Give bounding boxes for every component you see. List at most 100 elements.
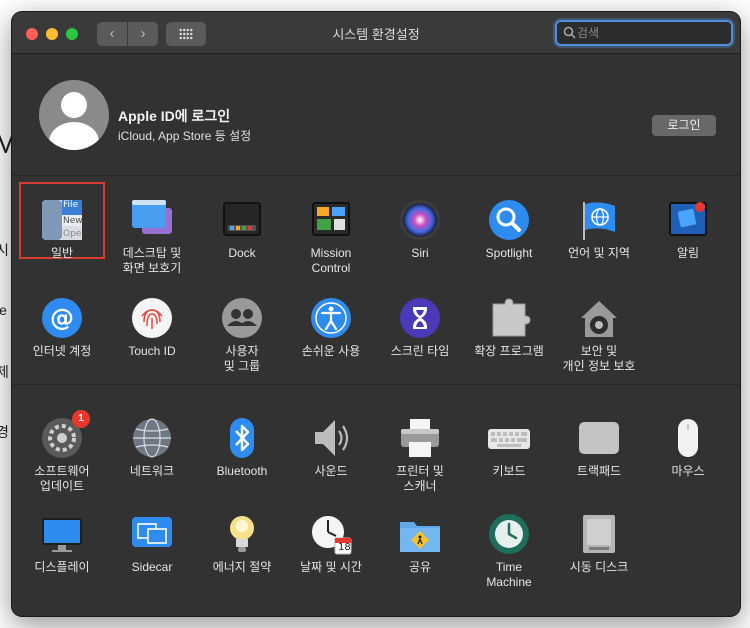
pref-label: 일반 bbox=[50, 246, 74, 260]
pref-desktop[interactable]: 데스크탑 및 화면 보호기 bbox=[107, 198, 197, 276]
pref-extensions[interactable]: 확장 프로그램 bbox=[464, 296, 554, 359]
pref-label: 프린터 및 스캐너 bbox=[396, 464, 444, 493]
pref-touch-id[interactable]: Touch ID bbox=[107, 296, 197, 359]
language-region-icon bbox=[577, 198, 621, 242]
system-preferences-window: ‹ › 시스템 환경설정 Apple ID에 로그인 iCloud, App S… bbox=[12, 12, 740, 616]
pref-label: 보안 및 개인 정보 보호 bbox=[562, 344, 636, 373]
pref-label: 키보드 bbox=[492, 464, 526, 478]
bluetooth-icon bbox=[220, 416, 264, 460]
general-icon-text: File bbox=[63, 200, 79, 210]
displays-icon bbox=[40, 512, 84, 556]
dock-icon bbox=[220, 198, 264, 242]
network-icon bbox=[130, 416, 174, 460]
pref-startup-disk[interactable]: 시동 디스크 bbox=[554, 512, 644, 575]
pref-label: 에너지 절약 bbox=[212, 560, 272, 574]
pref-label: 공유 bbox=[408, 560, 432, 574]
pref-trackpad[interactable]: 트랙패드 bbox=[554, 416, 644, 479]
avatar[interactable] bbox=[39, 80, 109, 150]
software-update-icon: 1 bbox=[40, 410, 90, 460]
internet-accounts-icon: @ bbox=[40, 296, 84, 340]
pref-label: 트랙패드 bbox=[576, 464, 622, 478]
pref-sound[interactable]: 사운드 bbox=[286, 416, 376, 479]
pref-label: 사용자 및 그룹 bbox=[223, 344, 261, 373]
pref-security-privacy[interactable]: 보안 및 개인 정보 보호 bbox=[554, 296, 644, 374]
pref-date-time[interactable]: 18 날짜 및 시간 bbox=[286, 512, 376, 575]
sharing-icon bbox=[398, 512, 442, 556]
background-window-edge: M 시 le 제 경 bbox=[0, 0, 12, 628]
time-machine-icon bbox=[487, 512, 531, 556]
pref-printers-scanners[interactable]: 프린터 및 스캐너 bbox=[375, 416, 465, 494]
mission-control-icon bbox=[309, 198, 353, 242]
trackpad-icon bbox=[577, 416, 621, 460]
pref-label: Bluetooth bbox=[216, 464, 268, 478]
pref-label: Touch ID bbox=[128, 344, 176, 358]
pref-label: 언어 및 지역 bbox=[568, 246, 630, 260]
background-char: 시 bbox=[0, 242, 9, 258]
pref-general[interactable]: File New Ope 일반 bbox=[17, 198, 107, 261]
general-icon-text: Ope bbox=[63, 229, 82, 239]
pref-sidecar[interactable]: Sidecar bbox=[107, 512, 197, 575]
pref-accessibility[interactable]: 손쉬운 사용 bbox=[286, 296, 376, 359]
pref-mission-control[interactable]: Mission Control bbox=[286, 198, 376, 276]
preferences-section-2: 1 소프트웨어 업데이트 네트워크 Bluetooth 사운드 프린터 및 스캐… bbox=[12, 386, 740, 616]
pref-label: Siri bbox=[411, 246, 429, 260]
svg-text:@: @ bbox=[50, 304, 74, 332]
background-char: M bbox=[0, 128, 12, 159]
energy-saver-icon bbox=[220, 512, 264, 556]
printers-scanners-icon bbox=[398, 416, 442, 460]
pref-label: 데스크탑 및 화면 보호기 bbox=[122, 246, 182, 275]
siri-icon bbox=[398, 198, 442, 242]
search-input[interactable] bbox=[577, 24, 727, 42]
pref-label: Spotlight bbox=[485, 246, 533, 260]
background-char: 경 bbox=[0, 424, 9, 440]
background-char: le bbox=[0, 302, 7, 318]
startup-disk-icon bbox=[577, 512, 621, 556]
mouse-icon bbox=[666, 416, 710, 460]
pref-bluetooth[interactable]: Bluetooth bbox=[197, 416, 287, 479]
pref-time-machine[interactable]: Time Machine bbox=[464, 512, 554, 590]
notifications-icon bbox=[666, 198, 710, 242]
accessibility-icon bbox=[309, 296, 353, 340]
general-icon: File New Ope bbox=[40, 198, 84, 242]
background-char: 제 bbox=[0, 364, 9, 380]
pref-label: 알림 bbox=[676, 246, 700, 260]
calendar-day: 18 bbox=[338, 542, 351, 553]
pref-label: 스크린 타임 bbox=[390, 344, 450, 358]
pref-notifications[interactable]: 알림 bbox=[643, 198, 733, 261]
pref-siri[interactable]: Siri bbox=[375, 198, 465, 261]
titlebar: ‹ › 시스템 환경설정 bbox=[12, 12, 740, 54]
general-icon-text: New bbox=[63, 216, 83, 226]
pref-mouse[interactable]: 마우스 bbox=[643, 416, 733, 479]
search-field[interactable] bbox=[555, 20, 733, 46]
pref-dock[interactable]: Dock bbox=[197, 198, 287, 261]
pref-users-groups[interactable]: 사용자 및 그룹 bbox=[197, 296, 287, 374]
pref-label: 사운드 bbox=[314, 464, 348, 478]
screen-time-icon bbox=[398, 296, 442, 340]
pref-spotlight[interactable]: Spotlight bbox=[464, 198, 554, 261]
apple-id-subtitle: iCloud, App Store 등 설정 bbox=[118, 129, 252, 143]
pref-label: 네트워크 bbox=[129, 464, 175, 478]
pref-label: Sidecar bbox=[131, 560, 173, 574]
pref-energy-saver[interactable]: 에너지 절약 bbox=[197, 512, 287, 575]
pref-internet-accounts[interactable]: @ 인터넷 계정 bbox=[17, 296, 107, 359]
preferences-section-1: File New Ope 일반 데스크탑 및 화면 보호기 Dock Missi… bbox=[12, 176, 740, 385]
apple-id-title: Apple ID에 로그인 bbox=[118, 108, 231, 124]
pref-sharing[interactable]: 공유 bbox=[375, 512, 465, 575]
search-icon bbox=[563, 26, 576, 39]
security-privacy-icon bbox=[577, 296, 621, 340]
pref-label: 확장 프로그램 bbox=[474, 344, 544, 358]
date-time-icon: 18 bbox=[309, 512, 353, 556]
pref-language-region[interactable]: 언어 및 지역 bbox=[554, 198, 644, 261]
login-button[interactable]: 로그인 bbox=[652, 115, 716, 136]
pref-label: 시동 디스크 bbox=[569, 560, 629, 574]
pref-screen-time[interactable]: 스크린 타임 bbox=[375, 296, 465, 359]
keyboard-icon bbox=[487, 416, 531, 460]
pref-label: 소프트웨어 업데이트 bbox=[34, 464, 90, 493]
pref-software-update[interactable]: 1 소프트웨어 업데이트 bbox=[17, 410, 107, 494]
pref-displays[interactable]: 디스플레이 bbox=[17, 512, 107, 575]
touch-id-icon bbox=[130, 296, 174, 340]
pref-network[interactable]: 네트워크 bbox=[107, 416, 197, 479]
apple-id-section: Apple ID에 로그인 iCloud, App Store 등 설정 로그인 bbox=[12, 54, 740, 176]
pref-keyboard[interactable]: 키보드 bbox=[464, 416, 554, 479]
users-groups-icon bbox=[220, 296, 264, 340]
